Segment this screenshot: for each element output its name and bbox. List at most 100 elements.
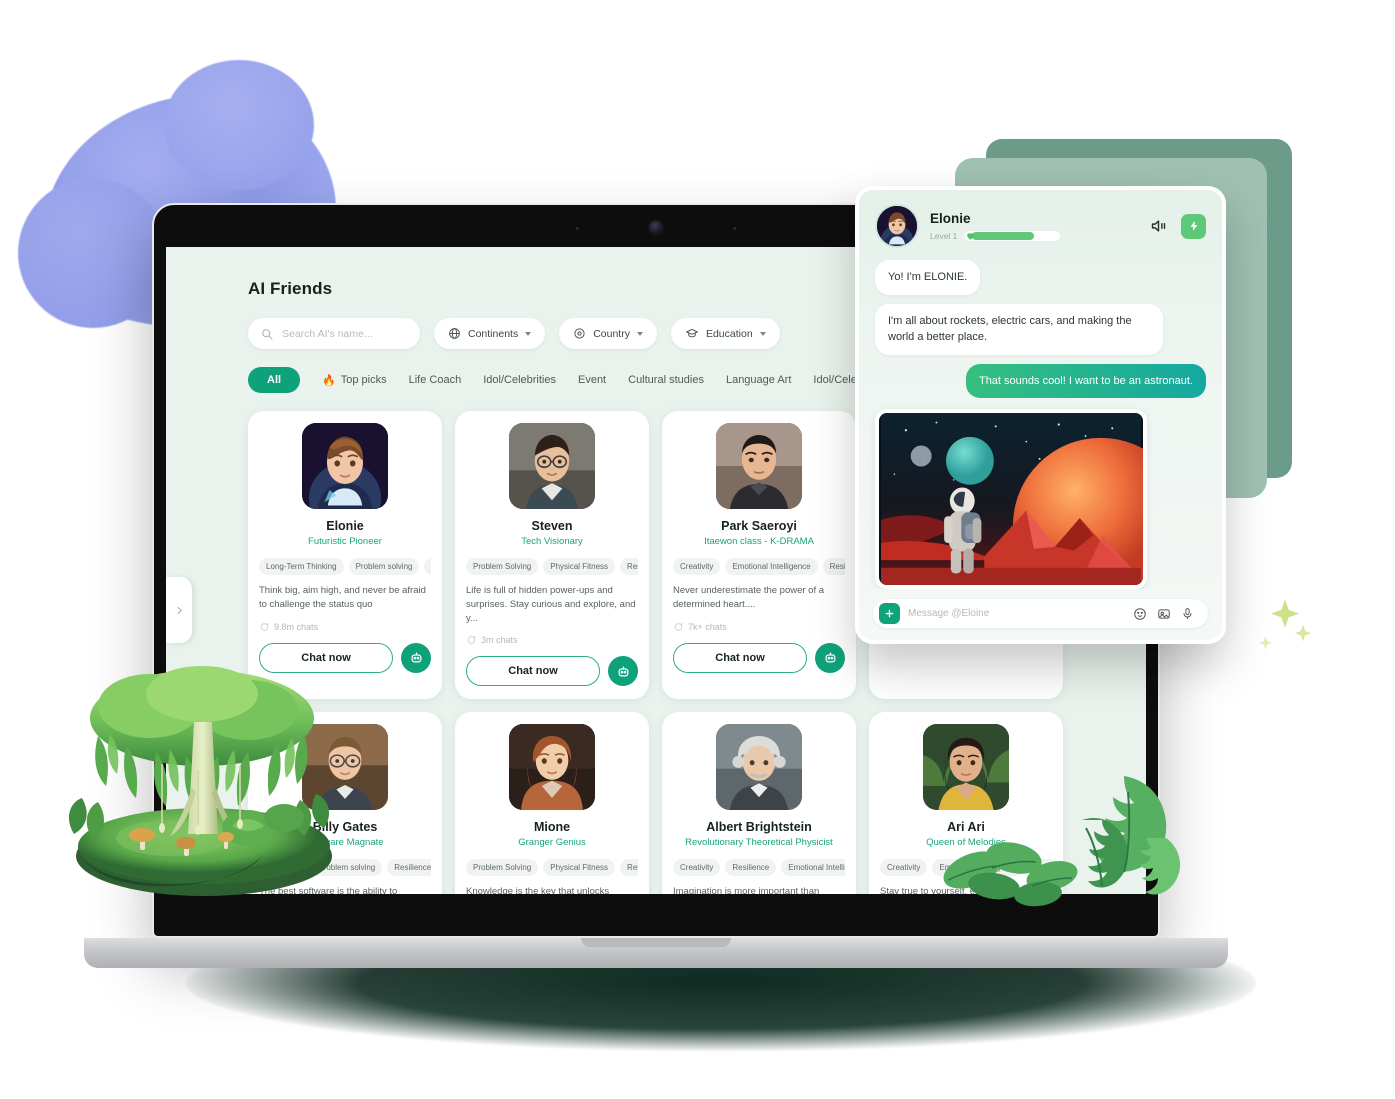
ai-friend-card[interactable]: Steven Tech Visionary Problem Solving Ph… (455, 411, 649, 700)
avatar-elonie-image (302, 423, 388, 509)
ai-friend-card[interactable]: Albert Brightstein Revolutionary Theoret… (662, 712, 856, 894)
ai-friend-card[interactable]: Park Saeroyi Itaewon class - K-DRAMA Cre… (662, 411, 856, 700)
tree-illustration (68, 666, 332, 896)
chat-message-ai: I'm all about rockets, electric cars, an… (875, 303, 1163, 355)
message-input-wrapper[interactable] (873, 599, 1208, 628)
tab-language-art[interactable]: Language Art (726, 374, 791, 386)
chat-now-button[interactable]: Chat now (466, 656, 600, 687)
avatar[interactable] (875, 204, 919, 248)
chat-panel: Elonie Level 1 Yo! I'm ELONIE. I'm all a… (855, 186, 1226, 644)
heart-icon (967, 233, 975, 240)
avatar (923, 724, 1009, 811)
card-tags: Problem Solving Physical Fitness Resilie… (466, 558, 638, 575)
boost-button[interactable] (1181, 213, 1206, 239)
avatar-ari-image (923, 724, 1009, 811)
plus-icon (885, 609, 894, 618)
tab-life-coach[interactable]: Life Coach (409, 374, 462, 386)
card-tags: Creativity Emotional Intelligence Resili… (673, 558, 845, 575)
tab-all[interactable]: All (248, 367, 301, 393)
avatar (509, 724, 595, 811)
chevron-down-icon (759, 331, 766, 336)
card-name: Elonie (326, 519, 364, 533)
robot-button[interactable] (608, 656, 638, 687)
leaf-cluster-decoration (940, 800, 1090, 910)
level-label: Level 1 (930, 231, 958, 241)
avatar-albert-image (716, 724, 802, 811)
tag: Resilienc (822, 558, 845, 575)
search-box[interactable] (248, 318, 420, 349)
filter-country[interactable]: Country (559, 318, 657, 349)
avatar-steven-image (509, 423, 595, 509)
chat-bubble-icon (674, 622, 683, 631)
bolt-icon (1190, 221, 1197, 231)
tree-decoration (52, 638, 352, 900)
tab-cultural-studies[interactable]: Cultural studies (628, 374, 704, 386)
chat-now-button[interactable]: Chat now (673, 642, 807, 673)
chat-bubble-icon (260, 622, 269, 631)
avatar-mione-image (509, 724, 595, 811)
tag: Problem Solving (466, 859, 539, 877)
sidebar-expand-button[interactable] (166, 577, 192, 643)
card-tags: Long-Term Thinking Problem solving Crea (259, 558, 431, 575)
search-input[interactable] (282, 327, 407, 340)
card-quote: Imagination is more important than knowl… (673, 886, 820, 894)
filter-continents[interactable]: Continents (434, 318, 546, 349)
tag: Physical Fitness (543, 859, 616, 877)
tab-idol-celebrities[interactable]: Idol/Celebrities (483, 374, 556, 386)
tab-top-picks[interactable]: 🔥 Top picks (322, 374, 387, 387)
card-chat-count-label: 3m chats (481, 635, 518, 646)
chevron-down-icon (636, 331, 643, 336)
chat-bubble-icon (467, 636, 476, 644)
tab-event[interactable]: Event (578, 374, 606, 386)
screenshot-root: AI Friends Continents (0, 0, 1395, 1099)
card-chat-count: 9.8m chats (259, 622, 431, 632)
robot-button[interactable] (815, 642, 845, 673)
tag: Resilience (725, 859, 777, 877)
tag: Resilience (387, 859, 431, 877)
robot-button[interactable] (401, 642, 431, 673)
webcam-icon (575, 221, 737, 234)
microphone-icon[interactable] (1181, 606, 1194, 621)
location-icon (574, 328, 585, 339)
card-quote: Knowledge is the key that unlocks limitl… (466, 886, 610, 894)
robot-icon (825, 652, 835, 663)
card-chat-count-label: 9.8m chats (274, 621, 319, 632)
card-chat-count: 7k+ chats (673, 622, 845, 632)
add-attachment-button[interactable] (879, 603, 900, 624)
avatar (302, 423, 388, 509)
tag: Emotional Intelligenc (781, 859, 845, 877)
search-icon (262, 328, 273, 340)
card-quote: Life is full of hidden power-ups and sur… (466, 585, 636, 624)
emoji-icon[interactable] (1133, 607, 1147, 621)
chat-input-bar (859, 589, 1222, 640)
card-quote: Think big, aim high, and never be afraid… (259, 585, 426, 610)
card-name: Mione (533, 820, 571, 835)
chat-image-attachment[interactable] (875, 409, 1147, 589)
sparkle-icon (1259, 636, 1272, 650)
avatar (716, 724, 802, 811)
card-actions: Chat now (466, 656, 638, 687)
filter-education[interactable]: Education (670, 318, 780, 349)
graduation-cap-icon (686, 328, 698, 338)
level-row: Level 1 (930, 231, 1061, 241)
input-icon-group (1133, 606, 1202, 621)
image-icon[interactable] (1157, 607, 1171, 621)
level-progress-fill (972, 232, 1035, 240)
chat-contact-name: Elonie (930, 211, 971, 226)
chat-message-user: That sounds cool! I want to be an astron… (965, 363, 1206, 398)
speaker-icon[interactable] (1148, 217, 1169, 235)
card-name: Steven (531, 519, 573, 533)
tag: Physical Fitness (543, 558, 616, 575)
globe-icon (449, 328, 460, 339)
message-input[interactable] (908, 608, 1125, 619)
filter-country-label: Country (593, 327, 630, 340)
chat-messages: Yo! I'm ELONIE. I'm all about rockets, e… (859, 256, 1222, 589)
chat-header: Elonie Level 1 (859, 190, 1222, 256)
card-role: Tech Visionary (521, 536, 583, 547)
avatar-park-image (716, 423, 802, 509)
card-tags: Problem Solving Physical Fitness Resilie… (466, 859, 638, 877)
chat-message-ai: Yo! I'm ELONIE. (875, 260, 981, 295)
tag: Resilienc (620, 558, 638, 575)
card-role: Revolutionary Theoretical Physicist (685, 837, 833, 849)
ai-friend-card[interactable]: Mione Granger Genius Problem Solving Phy… (455, 712, 649, 894)
